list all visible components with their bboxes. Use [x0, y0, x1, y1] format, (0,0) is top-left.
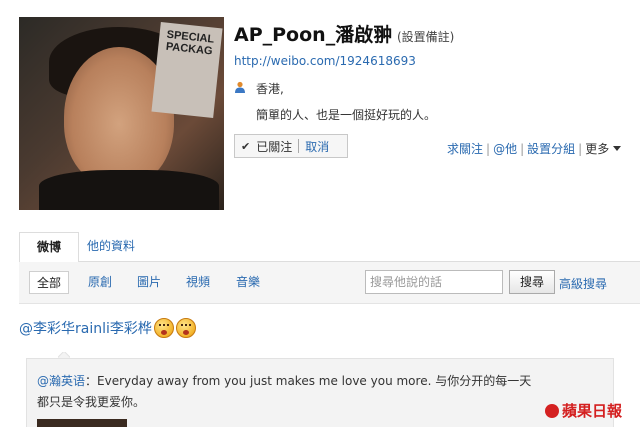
divider: | — [578, 141, 583, 156]
avatar-shirt — [39, 170, 219, 210]
profile-bio: 簡單的人、也是一個挺好玩的人。 — [256, 108, 437, 122]
filter-pictures[interactable]: 圖片 — [137, 271, 161, 294]
divider — [298, 139, 300, 153]
unfollow-button[interactable]: 取消 — [305, 138, 329, 155]
followed-label: 已關注 — [256, 139, 293, 154]
filter-all[interactable]: 全部 — [29, 271, 70, 294]
repost-content: @瀚英语：Everyday away from you just makes m… — [37, 371, 542, 413]
filter-videos[interactable]: 視頻 — [186, 271, 210, 294]
set-remark-link[interactable]: (設置備註) — [397, 28, 454, 45]
surprised-emoji-icon — [175, 318, 196, 338]
advanced-search-link[interactable]: 高級搜尋 — [559, 275, 607, 292]
reposted-post: @瀚英语：Everyday away from you just makes m… — [26, 358, 614, 427]
mention-him-link[interactable]: @他 — [493, 140, 517, 157]
profile-location: 香港, — [256, 82, 284, 96]
watermark-logo: 蘋果日報 — [545, 400, 622, 421]
tab-his-info[interactable]: 他的資料 — [87, 232, 135, 260]
avatar-magazine: SPECIAL PACKAG — [151, 22, 223, 118]
ask-follow-link[interactable]: 求關注 — [447, 140, 483, 157]
repost-text: ：Everyday away from you just makes me lo… — [37, 374, 532, 409]
user-location-icon — [235, 81, 245, 93]
search-button[interactable]: 搜尋 — [509, 270, 555, 294]
profile-url-link[interactable]: http://weibo.com/1924618693 — [234, 54, 416, 68]
mention-user-link[interactable]: @李彩华rainli李彩桦 — [19, 318, 152, 338]
more-menu-button[interactable]: 更多 — [585, 140, 609, 157]
feed-filter-bar: 全部 原創 圖片 視頻 音樂 搜尋他說的話 搜尋 高級搜尋 — [19, 262, 640, 304]
profile-tabs: 微博 他的資料 — [19, 232, 640, 263]
surprised-emoji-icon — [153, 318, 174, 338]
tab-weibo[interactable]: 微博 — [19, 232, 79, 263]
divider: | — [520, 141, 525, 156]
filter-original[interactable]: 原創 — [88, 271, 112, 294]
profile-name: AP_Poon_潘啟翀 — [234, 24, 393, 46]
post-mention: @李彩华rainli李彩桦 — [19, 318, 196, 338]
repost-image[interactable] — [37, 419, 127, 427]
set-group-link[interactable]: 設置分組 — [527, 140, 575, 157]
repost-user-link[interactable]: @瀚英语 — [37, 374, 85, 388]
profile-actions: 求關注 | @他 | 設置分組 | 更多 — [447, 140, 622, 157]
profile-avatar[interactable]: SPECIAL PACKAG — [19, 17, 224, 210]
filter-music[interactable]: 音樂 — [236, 271, 260, 294]
check-icon: ✔ — [241, 139, 251, 153]
follow-status-box: ✔ 已關注 取消 — [234, 134, 348, 158]
apple-icon — [545, 403, 559, 418]
search-input[interactable]: 搜尋他說的話 — [365, 270, 503, 294]
divider: | — [486, 141, 491, 156]
chevron-down-icon[interactable] — [613, 146, 622, 151]
